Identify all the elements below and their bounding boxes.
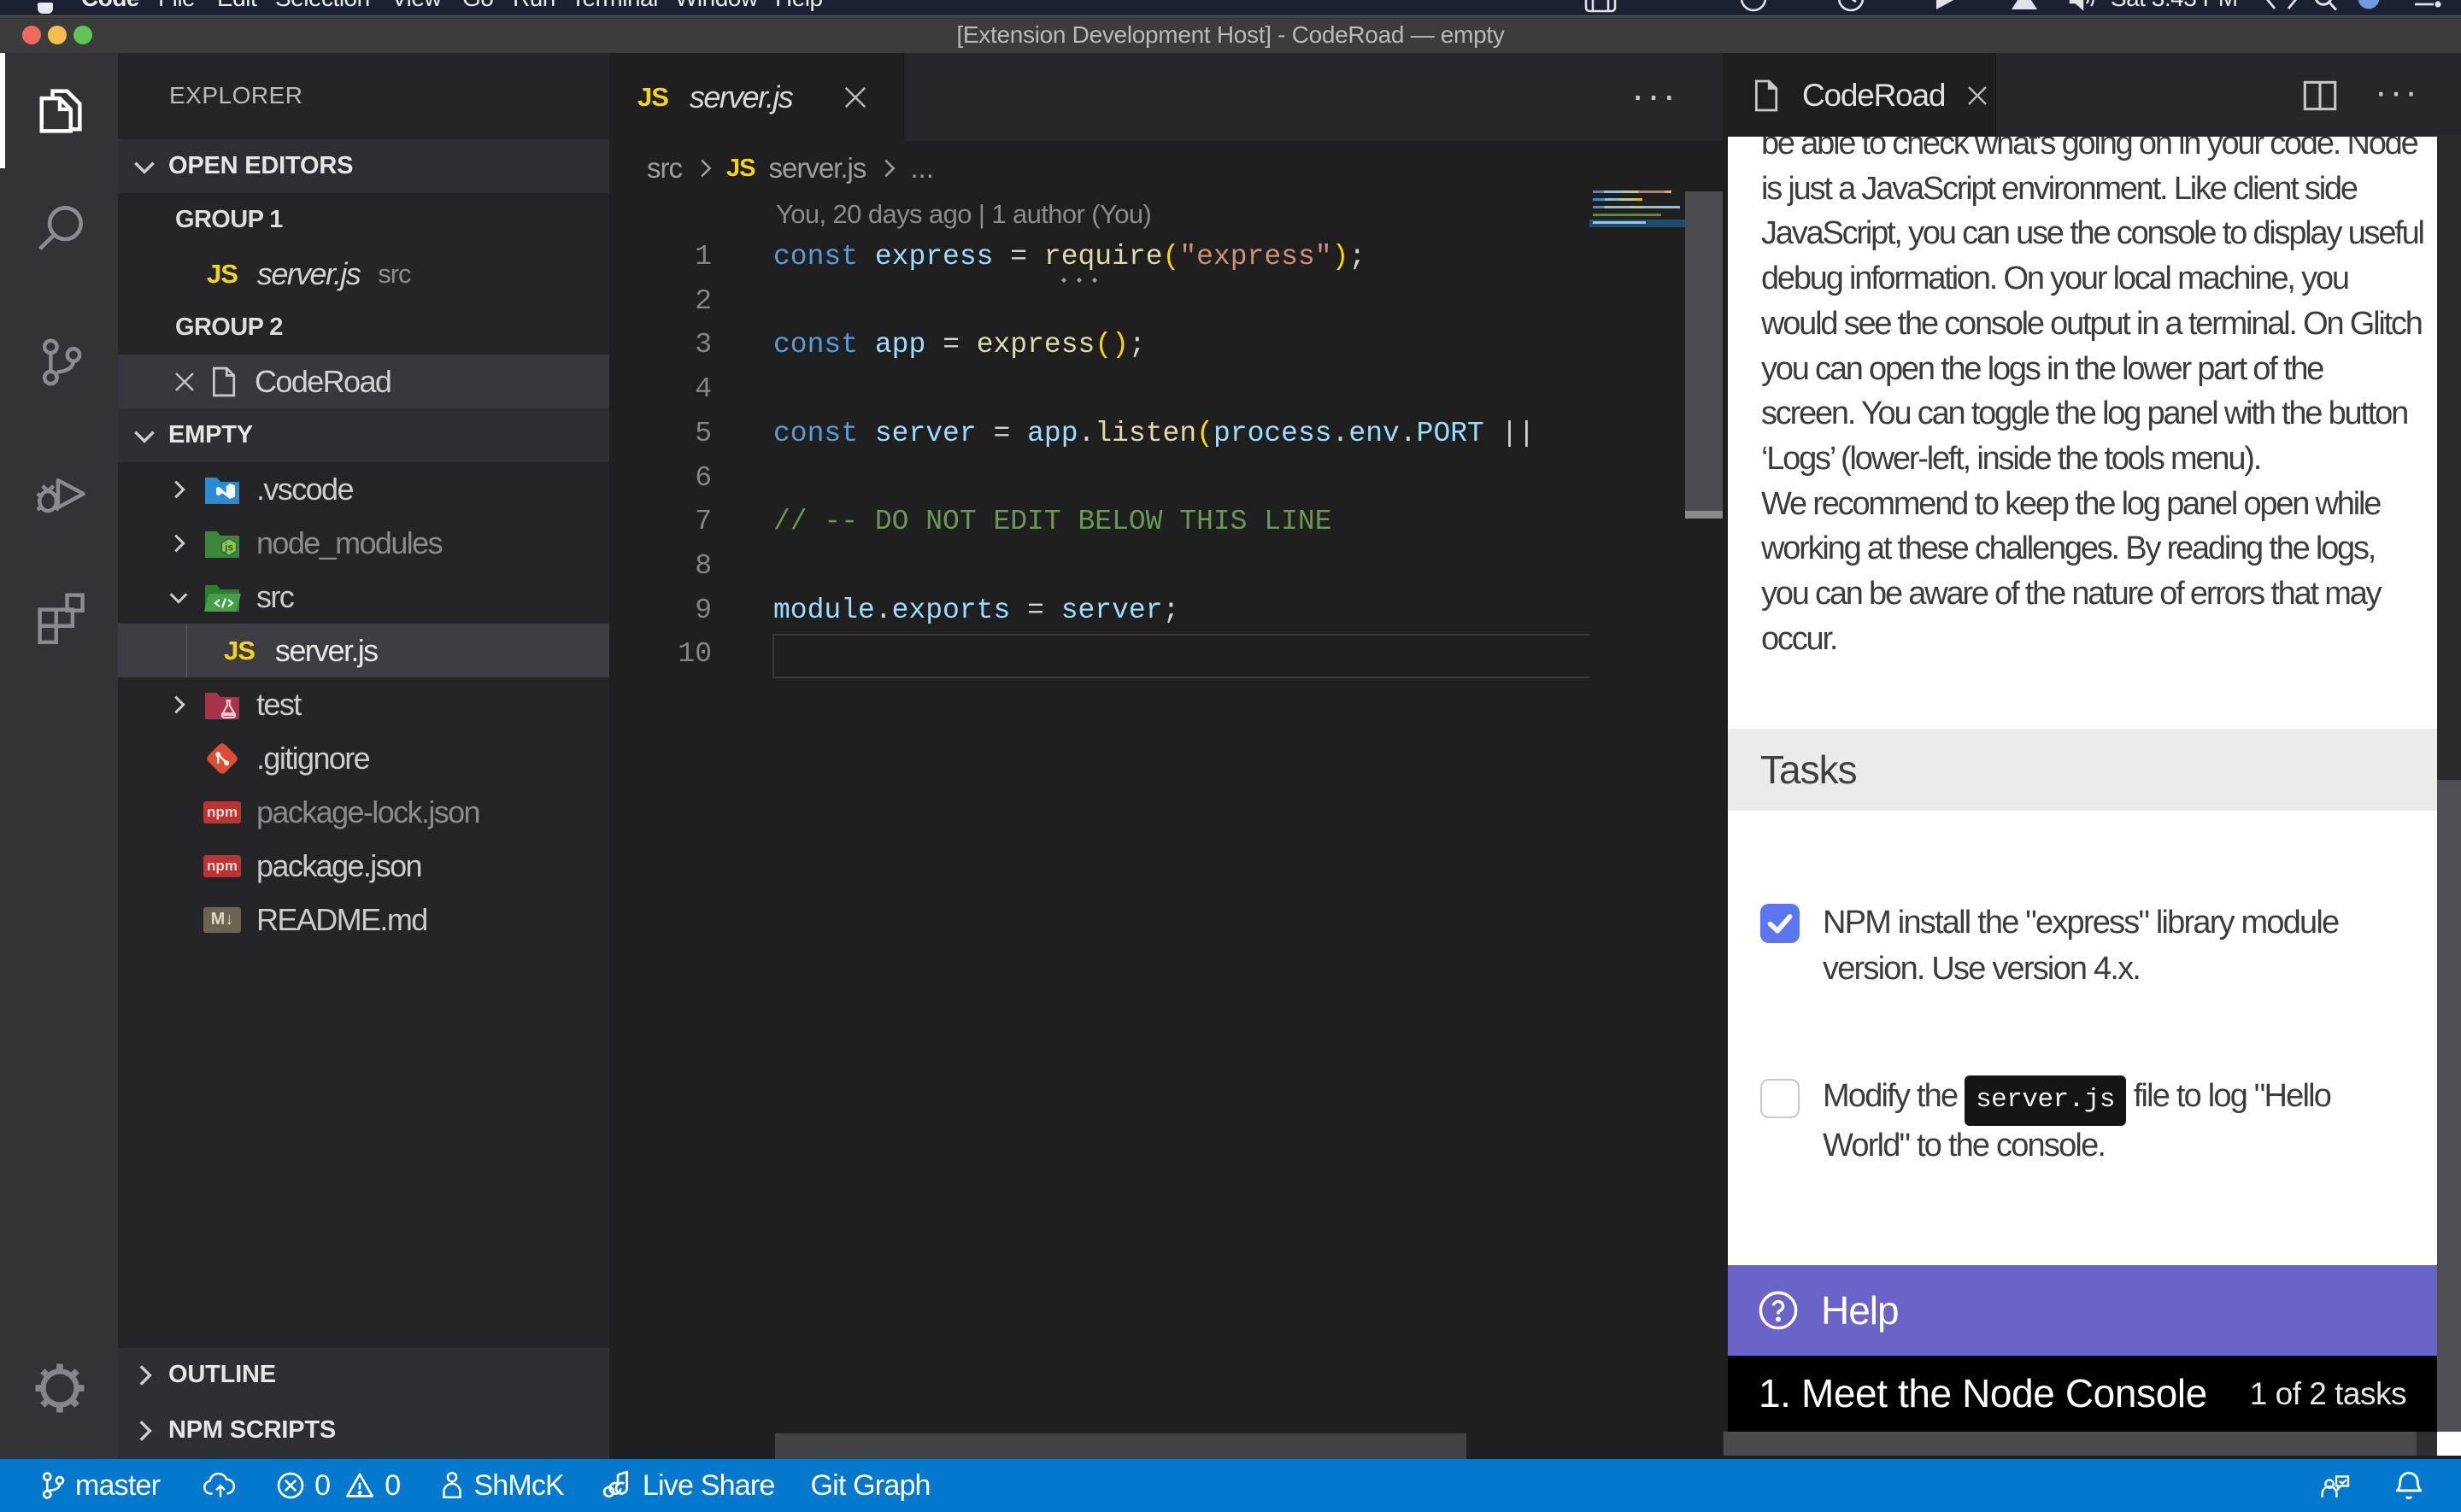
svg-text:js: js (224, 541, 233, 553)
